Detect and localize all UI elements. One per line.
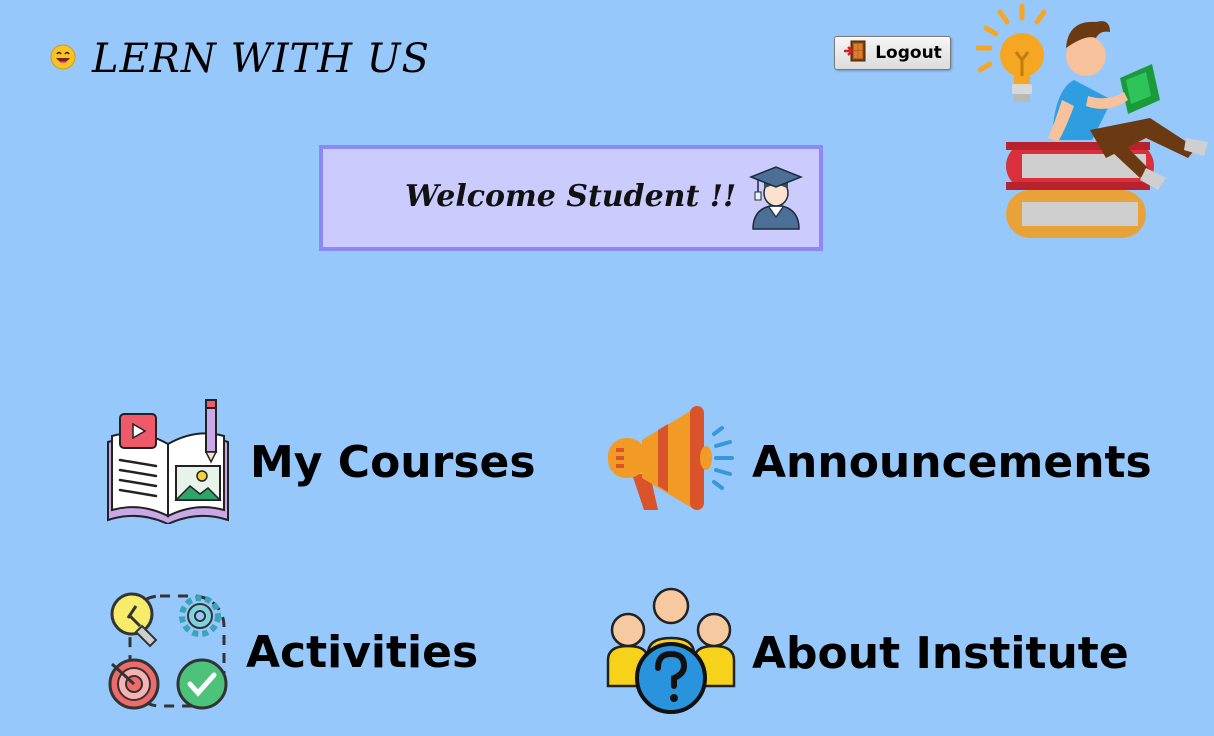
- student-reading-illustration: [970, 0, 1214, 245]
- about-institute-button[interactable]: About Institute: [606, 586, 1129, 720]
- activities-label: Activities: [246, 626, 479, 678]
- welcome-banner: Welcome Student !!: [319, 145, 823, 251]
- app-title: LERN WITH US: [50, 36, 430, 82]
- grinning-face-icon: [50, 44, 76, 74]
- logout-button[interactable]: Logout: [834, 36, 951, 70]
- announcements-label: Announcements: [752, 436, 1152, 488]
- group-question-icon: [606, 586, 736, 720]
- announcements-button[interactable]: Announcements: [606, 404, 1152, 520]
- welcome-message: Welcome Student !!: [405, 179, 737, 214]
- logout-label: Logout: [875, 43, 942, 63]
- about-institute-label: About Institute: [752, 627, 1129, 679]
- megaphone-icon: [606, 404, 736, 520]
- my-courses-button[interactable]: My Courses: [104, 396, 536, 528]
- course-book-icon: [104, 396, 234, 528]
- door-exit-icon: [843, 40, 867, 67]
- graduate-student-icon: [748, 165, 804, 235]
- app-title-text: LERN WITH US: [92, 36, 430, 82]
- my-courses-label: My Courses: [250, 436, 536, 488]
- activities-icon: [106, 588, 230, 716]
- activities-button[interactable]: Activities: [106, 588, 478, 716]
